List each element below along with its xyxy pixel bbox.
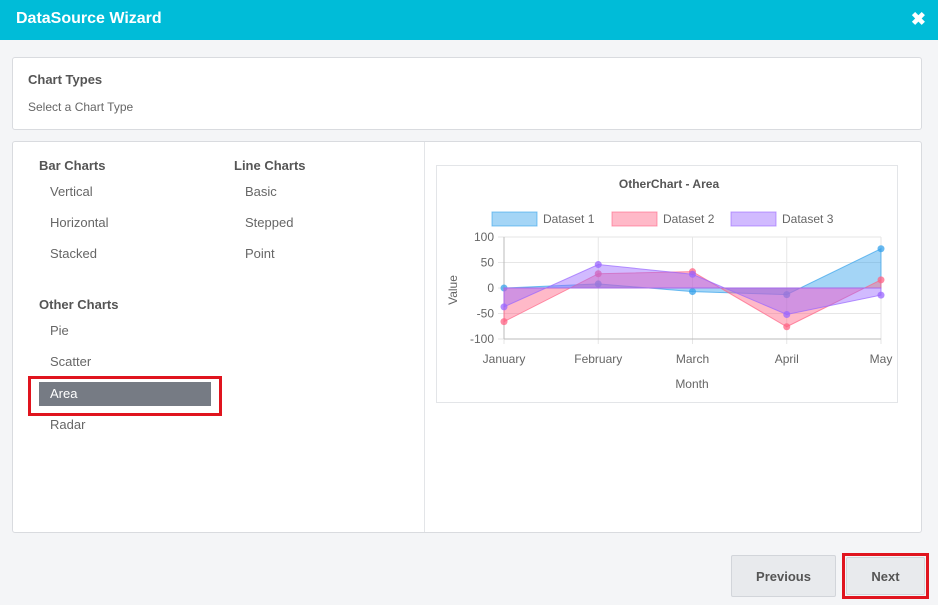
next-highlight (842, 553, 929, 599)
bar-charts-heading: Bar Charts (39, 158, 106, 173)
x-tick-label: March (676, 352, 709, 366)
data-point (877, 291, 885, 299)
data-point (500, 303, 508, 311)
chart-preview: OtherChart - Area Dataset 1 Dataset 2 Data… (436, 165, 898, 403)
selection-highlight (28, 376, 222, 416)
window-title: DataSource Wizard (16, 10, 162, 27)
chart-option-vertical[interactable]: Vertical (39, 180, 93, 204)
data-point (877, 245, 885, 253)
section-subtitle: Select a Chart Type (28, 100, 134, 114)
legend-label: Dataset 2 (663, 212, 715, 226)
legend-label: Dataset 1 (543, 212, 595, 226)
data-point (689, 270, 696, 278)
section-title: Chart Types (28, 72, 103, 87)
title-bar: DataSource Wizard ✖ (0, 0, 938, 40)
y-tick-label: -100 (470, 332, 494, 346)
x-tick-label: May (870, 352, 893, 366)
x-axis-label: Month (675, 377, 708, 391)
chart-option-radar[interactable]: Radar (39, 413, 85, 437)
chart-option-horizontal[interactable]: Horizontal (39, 211, 109, 235)
chart-option-scatter[interactable]: Scatter (39, 350, 91, 374)
y-tick-label: -50 (477, 307, 495, 321)
chart-option-stepped[interactable]: Stepped (234, 211, 293, 235)
data-point (877, 276, 885, 284)
x-tick-label: February (574, 352, 622, 366)
chart-option-point[interactable]: Point (234, 242, 275, 266)
line-charts-heading: Line Charts (234, 158, 306, 173)
data-point (783, 311, 791, 319)
data-point (594, 261, 602, 269)
y-tick-label: 0 (487, 281, 494, 295)
y-tick-label: 50 (481, 256, 495, 270)
chart-type-selector: Bar Charts Vertical Horizontal Stacked L… (12, 141, 922, 533)
chart-option-stacked[interactable]: Stacked (39, 242, 97, 266)
other-charts-heading: Other Charts (39, 297, 119, 312)
x-tick-label: April (775, 352, 799, 366)
x-axis-ticks: January February March April May (483, 352, 893, 366)
data-point (783, 323, 791, 331)
chart-title: OtherChart - Area (619, 177, 720, 191)
chart-option-basic[interactable]: Basic (234, 180, 277, 204)
data-point (500, 318, 508, 326)
data-point (689, 288, 696, 296)
chart-option-pie[interactable]: Pie (39, 319, 69, 343)
legend-label: Dataset 3 (782, 212, 834, 226)
x-tick-label: January (483, 352, 526, 366)
legend-swatch (730, 211, 777, 227)
panel-divider (424, 142, 425, 532)
area-chart: OtherChart - Area Dataset 1 Dataset 2 Data… (446, 177, 893, 391)
close-icon[interactable]: ✖ (911, 9, 926, 29)
legend-swatch (491, 211, 538, 227)
chart-types-header: Chart Types Select a Chart Type (12, 57, 922, 130)
y-axis-label: Value (446, 275, 460, 305)
y-axis-ticks: 100 50 0 -50 -100 (470, 230, 494, 346)
previous-button[interactable]: Previous (731, 555, 836, 597)
y-tick-label: 100 (474, 230, 494, 244)
chart-legend: Dataset 1 Dataset 2 Dataset 3 (491, 211, 834, 227)
legend-swatch (611, 211, 658, 227)
